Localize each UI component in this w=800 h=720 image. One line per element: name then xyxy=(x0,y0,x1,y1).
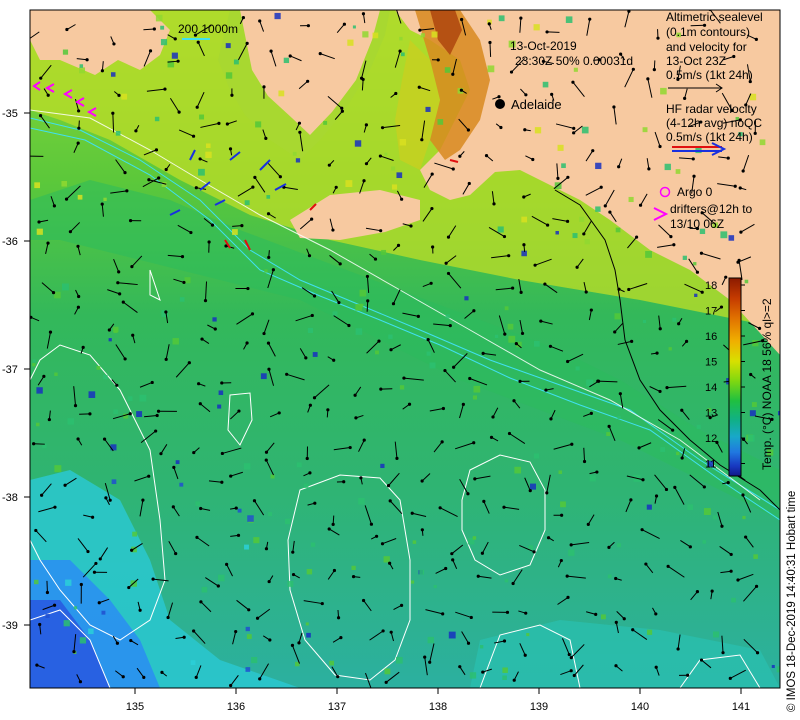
legend-drifters-line-1: drifters@12h to xyxy=(670,202,753,216)
colorbar-tick-label: 18 xyxy=(705,280,717,292)
footer-credit: © IMOS 18-Dec-2019 14:40:31 Hobart time xyxy=(786,491,798,712)
y-tick-label: -35 xyxy=(2,108,18,120)
x-tick-label: 137 xyxy=(328,701,346,713)
legend-hf-line-2: (4-12h avg) noQC xyxy=(666,116,762,130)
colorbar-tick-label: 14 xyxy=(705,382,717,394)
y-axis-ticks: -35 -36 -37 -38 -39 xyxy=(2,108,30,632)
x-tick-label: 141 xyxy=(732,701,750,713)
x-tick-label: 140 xyxy=(631,701,649,713)
legend-altimetric-line-3: and velocity for xyxy=(666,40,747,54)
x-tick-label: 136 xyxy=(227,701,245,713)
x-tick-label: 139 xyxy=(530,701,548,713)
y-tick-label: -37 xyxy=(2,364,18,376)
city-marker-adelaide xyxy=(495,99,505,109)
legend-altimetric-line-2: (0.1m contours) xyxy=(666,25,750,39)
legend-argo-label: Argo 0 xyxy=(677,185,713,199)
map-date: 13-Oct-2019 xyxy=(510,39,577,53)
colorbar-tick-label: 15 xyxy=(705,357,717,369)
colorbar-gradient xyxy=(728,277,742,477)
x-tick-label: 135 xyxy=(126,701,144,713)
y-tick-label: -38 xyxy=(2,492,18,504)
y-tick-label: -39 xyxy=(2,620,18,632)
x-axis-ticks: 135 136 137 138 139 140 141 xyxy=(126,688,750,713)
colorbar-label: Temp. (°C) NOAA 18 56% ql>=2 xyxy=(760,298,774,470)
city-label-adelaide: Adelaide xyxy=(511,97,562,112)
colorbar-tick-label: 11 xyxy=(705,459,716,471)
colorbar-tick-label: 12 xyxy=(705,433,717,445)
legend-altimetric-line-4: 13-Oct 23Z xyxy=(666,54,726,68)
sea-surface-temperature-map: 200 1000m 13-Oct-2019 23:30Z 50% 0.00031… xyxy=(2,9,798,713)
colorbar-tick-label: 16 xyxy=(705,331,717,343)
scale-bar-label: 200 1000m xyxy=(178,22,238,36)
legend-altimetric-line-5: 0.5m/s (1kt 24h) xyxy=(666,68,753,82)
colorbar-tick-label: 13 xyxy=(705,408,717,420)
colorbar-tick-label: 17 xyxy=(705,306,717,318)
legend-altimetric-line-1: Altimetric sealevel xyxy=(666,10,763,24)
map-time-info: 23:30Z 50% 0.00031d xyxy=(515,54,633,68)
x-tick-label: 138 xyxy=(429,701,447,713)
legend-hf-line-1: HF radar velocity xyxy=(666,102,757,116)
legend-hf-line-3: 0.5m/s (1kt 24h) xyxy=(666,130,753,144)
y-tick-label: -36 xyxy=(2,236,18,248)
legend-drifters-line-2: 13/10 06Z xyxy=(670,217,724,231)
